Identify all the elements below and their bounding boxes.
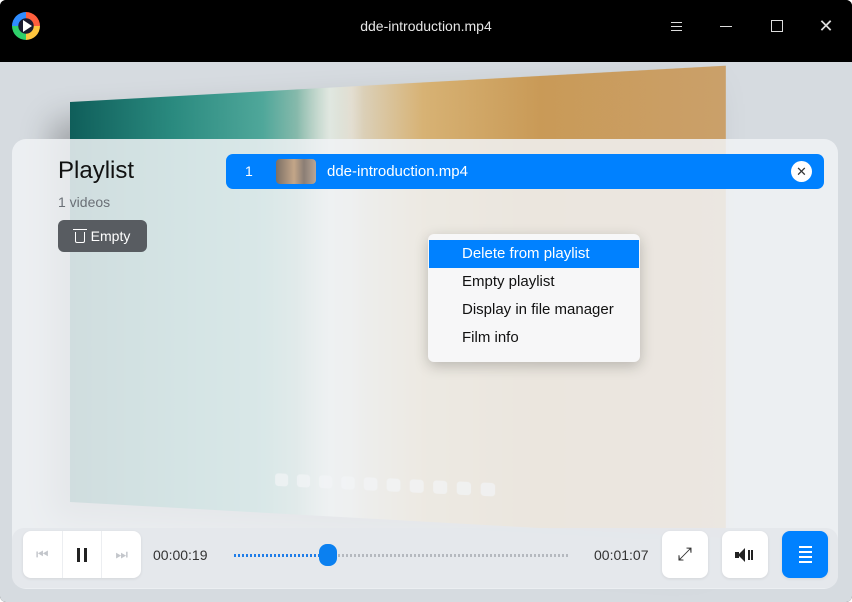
title-bar: dde-introduction.mp4 ✕ [0,0,852,52]
empty-playlist-button[interactable]: Empty [58,220,147,252]
progress-handle[interactable] [318,544,337,566]
remove-item-button[interactable]: ✕ [791,161,812,182]
menu-item-film-info[interactable]: Film info [429,324,639,352]
next-icon: ⏭ [115,546,128,562]
volume-icon [735,547,755,562]
previous-icon: ⏮ [36,546,49,562]
menu-item-delete-from-playlist[interactable]: Delete from playlist [429,240,639,268]
playlist-item[interactable]: 1 dde-introduction.mp4 ✕ [226,154,824,189]
close-button[interactable]: ✕ [810,10,842,42]
pause-button[interactable] [61,531,102,578]
playlist-icon [798,546,812,563]
maximize-button[interactable] [761,10,793,42]
close-icon: ✕ [796,163,807,179]
previous-button[interactable]: ⏮ [23,531,62,578]
playlist-toggle-button[interactable] [782,531,828,578]
fullscreen-button[interactable]: ⤢ [662,531,708,578]
pause-icon [77,547,87,562]
playlist-panel: Playlist 1 videos Empty 1 dde-introducti… [12,139,838,589]
total-time: 00:01:07 [594,547,649,563]
control-bar: ⏮ ⏭ 00:00:19 00:01:07 ⤢ [12,528,838,588]
next-button[interactable]: ⏭ [101,531,141,578]
minimize-button[interactable] [710,10,742,42]
playlist-item-thumbnail [276,159,316,184]
current-time: 00:00:19 [153,547,208,563]
playlist-count: 1 videos [58,194,111,210]
menu-item-empty-playlist[interactable]: Empty playlist [429,268,639,296]
hamburger-menu-icon [670,21,682,31]
maximize-icon [771,20,783,32]
minimize-icon [720,25,732,27]
playlist-title: Playlist [58,157,135,184]
trash-icon [72,228,87,243]
progress-fill [234,554,328,557]
progress-bar[interactable] [234,544,569,566]
menu-item-display-in-file-manager[interactable]: Display in file manager [429,296,639,324]
playlist-item-index: 1 [245,163,253,179]
context-menu: Delete from playlist Empty playlist Disp… [428,234,640,362]
player-window: dde-introduction.mp4 ✕ Playlist 1 videos… [0,0,852,602]
empty-button-label: Empty [90,228,131,244]
volume-button[interactable] [722,531,768,578]
playback-button-group: ⏮ ⏭ [23,531,141,578]
playlist-item-name: dde-introduction.mp4 [327,163,468,180]
fullscreen-icon: ⤢ [677,544,693,564]
menu-button[interactable] [660,10,692,42]
close-icon: ✕ [818,16,834,36]
